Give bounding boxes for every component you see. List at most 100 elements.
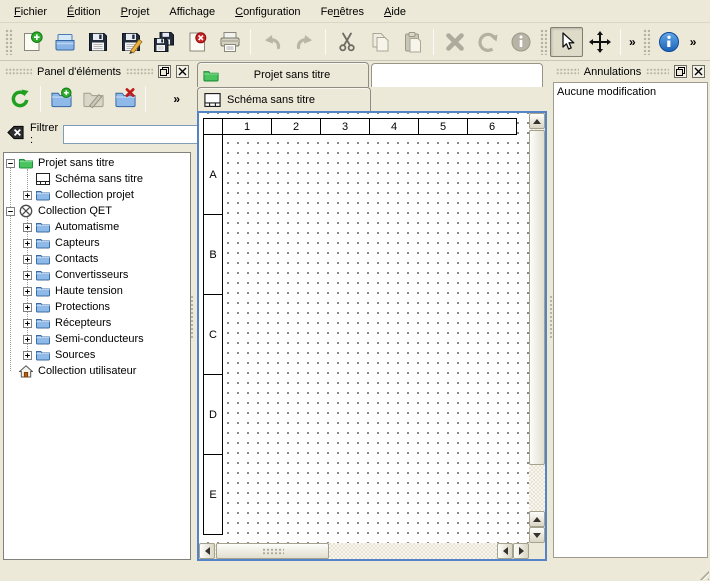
expand-icon[interactable] bbox=[23, 271, 32, 280]
element-info-icon bbox=[509, 30, 533, 54]
scroll-down-button[interactable] bbox=[529, 527, 545, 543]
expand-icon[interactable] bbox=[23, 223, 32, 232]
new-file-button[interactable] bbox=[15, 27, 48, 57]
project-folder-icon bbox=[19, 157, 33, 169]
tree-item-label: Haute tension bbox=[55, 285, 123, 297]
undo-list-item[interactable]: Aucune modification bbox=[557, 84, 704, 100]
menu-item-configuration[interactable]: Configuration bbox=[225, 0, 310, 22]
about-info-icon bbox=[657, 30, 681, 54]
expand-icon[interactable] bbox=[23, 287, 32, 296]
tree-item-contacts[interactable]: Contacts bbox=[4, 251, 190, 267]
vertical-scrollbar-thumb[interactable] bbox=[529, 130, 545, 465]
expand-icon[interactable] bbox=[23, 191, 32, 200]
menu-item-affichage[interactable]: Affichage bbox=[159, 0, 225, 22]
tab-project[interactable]: Projet sans titre bbox=[197, 62, 369, 87]
scroll-up-button[interactable] bbox=[529, 113, 545, 129]
expand-icon[interactable] bbox=[23, 335, 32, 344]
tree-item-schema-sans-titre[interactable]: Schéma sans titre bbox=[4, 171, 190, 187]
folder-icon bbox=[36, 237, 50, 249]
horizontal-scrollbar[interactable] bbox=[199, 543, 529, 559]
tree-item-sources[interactable]: Sources bbox=[4, 347, 190, 363]
float-dock-button[interactable] bbox=[674, 65, 687, 78]
menu-item-fichier[interactable]: Fichier bbox=[4, 0, 57, 22]
scroll-left-button[interactable] bbox=[199, 543, 215, 559]
toolbar-drag-handle[interactable] bbox=[540, 29, 547, 55]
right-arrow-icon bbox=[519, 547, 528, 555]
tree-item-label: Collection projet bbox=[55, 189, 134, 201]
menu-item-aide[interactable]: Aide bbox=[374, 0, 416, 22]
scroll-up-button-2[interactable] bbox=[529, 511, 545, 527]
elements-panel-titlebar[interactable]: Panel d'éléments bbox=[2, 63, 192, 80]
close-dock-button[interactable] bbox=[176, 65, 189, 78]
about-info-button[interactable] bbox=[653, 27, 686, 57]
close-dock-button[interactable] bbox=[692, 65, 705, 78]
copy-icon bbox=[368, 30, 392, 54]
tree-item-collection-qet[interactable]: Collection QET bbox=[4, 203, 190, 219]
scroll-left-button-2[interactable] bbox=[497, 543, 513, 559]
diagram-border-table: 123456 ABCDE bbox=[203, 118, 517, 535]
tree-item-projet-sans-titre[interactable]: Projet sans titre bbox=[4, 155, 190, 171]
tree-item-haute-tension[interactable]: Haute tension bbox=[4, 283, 190, 299]
float-dock-button[interactable] bbox=[158, 65, 171, 78]
copy-button bbox=[363, 27, 396, 57]
tree-item-convertisseurs[interactable]: Convertisseurs bbox=[4, 267, 190, 283]
menu-item-edition[interactable]: Édition bbox=[57, 0, 111, 22]
diagram-view: 123456 ABCDE bbox=[197, 111, 547, 561]
diagram-canvas[interactable]: 123456 ABCDE bbox=[199, 113, 529, 543]
toolbar-drag-handle[interactable] bbox=[5, 29, 12, 55]
menu-bar: FichierÉditionProjetAffichageConfigurati… bbox=[0, 0, 710, 23]
reload-collections-button[interactable] bbox=[4, 84, 36, 114]
tree-item-automatisme[interactable]: Automatisme bbox=[4, 219, 190, 235]
tree-item-semi-conducteurs[interactable]: Semi-conducteurs bbox=[4, 331, 190, 347]
save-file-as-button[interactable] bbox=[114, 27, 147, 57]
tree-item-collection-projet[interactable]: Collection projet bbox=[4, 187, 190, 203]
tree-item-capteurs[interactable]: Capteurs bbox=[4, 235, 190, 251]
tree-item-protections[interactable]: Protections bbox=[4, 299, 190, 315]
toolbar-overflow-button[interactable]: » bbox=[686, 35, 701, 49]
filter-input[interactable] bbox=[63, 125, 213, 144]
right-splitter-handle[interactable] bbox=[549, 295, 554, 339]
menu-item-fenetres[interactable]: Fenêtres bbox=[311, 0, 374, 22]
paste-icon bbox=[401, 30, 425, 54]
select-tool-icon bbox=[555, 30, 579, 54]
tab-schema[interactable]: Schéma sans titre bbox=[197, 87, 371, 111]
tree-item-label: Schéma sans titre bbox=[55, 173, 143, 185]
vertical-scrollbar[interactable] bbox=[529, 113, 545, 543]
undo-dock-titlebar[interactable]: Annulations bbox=[553, 63, 708, 80]
collapse-icon[interactable] bbox=[6, 159, 15, 168]
clear-filter-icon[interactable] bbox=[6, 123, 25, 145]
new-category-button[interactable] bbox=[45, 84, 77, 114]
tree-item-label: Collection QET bbox=[38, 205, 112, 217]
filter-row: Filtrer : bbox=[2, 122, 192, 146]
tree-item-recepteurs[interactable]: Récepteurs bbox=[4, 315, 190, 331]
toolbar-overflow-button[interactable]: » bbox=[169, 92, 184, 106]
window-size-grip[interactable] bbox=[696, 567, 709, 580]
expand-icon[interactable] bbox=[23, 303, 32, 312]
save-file-button[interactable] bbox=[81, 27, 114, 57]
select-tool-button[interactable] bbox=[550, 27, 583, 57]
open-file-button[interactable] bbox=[48, 27, 81, 57]
expand-icon[interactable] bbox=[23, 319, 32, 328]
tree-item-collection-utilisateur[interactable]: Collection utilisateur bbox=[4, 363, 190, 379]
save-all-button[interactable] bbox=[147, 27, 180, 57]
collapse-icon[interactable] bbox=[6, 207, 15, 216]
schema-icon bbox=[36, 173, 50, 185]
menu-item-projet[interactable]: Projet bbox=[111, 0, 160, 22]
toolbar-overflow-button[interactable]: » bbox=[625, 35, 640, 49]
undo-history-list[interactable]: Aucune modification bbox=[553, 82, 708, 558]
column-header-5: 5 bbox=[418, 118, 468, 135]
toolbar-drag-handle[interactable] bbox=[643, 29, 650, 55]
scroll-right-button[interactable] bbox=[513, 543, 529, 559]
delete-category-button[interactable] bbox=[109, 84, 141, 114]
left-splitter-handle[interactable] bbox=[190, 295, 195, 339]
move-tool-button[interactable] bbox=[583, 27, 616, 57]
print-button[interactable] bbox=[213, 27, 246, 57]
expand-icon[interactable] bbox=[23, 351, 32, 360]
close-file-button[interactable] bbox=[180, 27, 213, 57]
dock-handle-texture bbox=[126, 68, 153, 75]
expand-icon[interactable] bbox=[23, 255, 32, 264]
expand-icon[interactable] bbox=[23, 239, 32, 248]
save-file-as-icon bbox=[119, 30, 143, 54]
horizontal-scrollbar-thumb[interactable] bbox=[216, 543, 329, 559]
rotate-icon bbox=[476, 30, 500, 54]
